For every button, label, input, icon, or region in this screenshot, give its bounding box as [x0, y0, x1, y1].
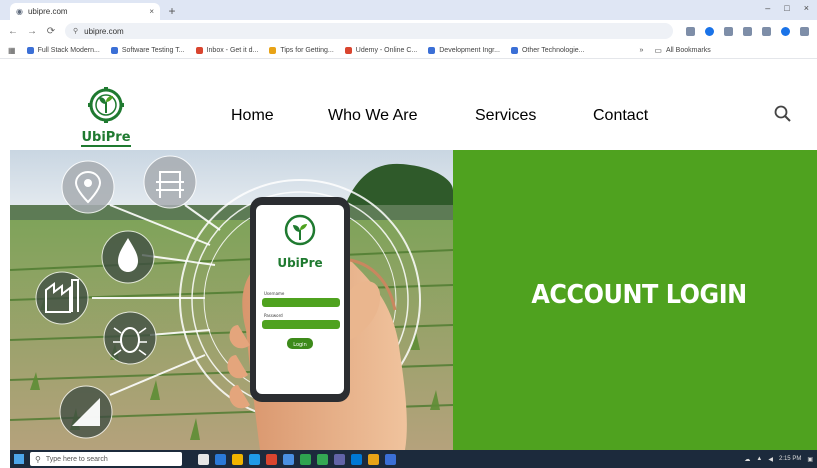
store-icon[interactable]	[249, 453, 260, 465]
taskbar-search[interactable]: ⚲ Type here to search	[30, 452, 182, 466]
bookmark-favicon-icon	[510, 46, 518, 54]
chrome-icon[interactable]	[317, 453, 328, 465]
phone-username-field	[262, 298, 340, 307]
system-tray: ☁ ▲ ◀ 2:15 PM ▣	[744, 456, 813, 463]
close-window-icon[interactable]: ×	[804, 3, 809, 13]
bookmark-item[interactable]: Full Stack Modern...	[26, 46, 100, 54]
window-controls: – □ ×	[765, 3, 809, 13]
volume-icon[interactable]: ◀	[768, 456, 773, 463]
all-bookmarks-button[interactable]: ▭ All Bookmarks	[654, 46, 710, 55]
location-icon	[61, 160, 115, 214]
bookmark-favicon-icon	[428, 46, 436, 54]
taskbar-apps	[198, 453, 396, 465]
notifications-icon[interactable]: ▣	[807, 456, 813, 463]
folder-icon: ▭	[654, 45, 662, 55]
weather-icon[interactable]: ☁	[744, 456, 750, 463]
bookmark-item[interactable]: Software Testing T...	[110, 46, 185, 54]
clock[interactable]: 2:15 PM	[779, 456, 801, 462]
bookmark-star-icon[interactable]	[686, 26, 695, 36]
close-tab-icon[interactable]: ×	[149, 7, 154, 16]
factory-icon	[35, 271, 89, 325]
nav-contact[interactable]: Contact	[593, 107, 648, 125]
water-drop-icon	[101, 230, 155, 284]
office-icon[interactable]	[266, 453, 277, 465]
bookmark-favicon-icon	[110, 46, 118, 54]
phone-login-label: Login	[293, 342, 307, 348]
minimize-icon[interactable]: –	[765, 3, 770, 13]
site-info-icon[interactable]: ⚲	[73, 27, 78, 35]
extension-icon[interactable]	[705, 26, 714, 36]
logo-text: UbiPre	[81, 130, 131, 147]
bookmark-item[interactable]: Development Ingr...	[428, 46, 500, 54]
bookmark-favicon-icon	[269, 46, 277, 54]
tab-strip: ◉ ubipre.com × + – □ ×	[0, 0, 817, 20]
downloads-icon[interactable]	[743, 26, 752, 36]
reload-icon[interactable]: ⟳	[46, 26, 56, 37]
url-text: ubipre.com	[84, 26, 124, 36]
bookmark-item[interactable]: Other Technologie...	[510, 46, 584, 54]
bookmarks-overflow-button[interactable]: »	[639, 47, 643, 54]
bookmark-favicon-icon	[195, 46, 203, 54]
windows-start-icon[interactable]	[14, 454, 24, 464]
task-view-icon[interactable]	[198, 453, 209, 465]
bookmark-favicon-icon	[344, 46, 352, 54]
account-login-title[interactable]: ACCOUNT LOGIN	[531, 280, 747, 310]
nav-services[interactable]: Services	[475, 107, 536, 125]
nav-who-we-are[interactable]: Who We Are	[328, 107, 418, 125]
file-explorer-icon[interactable]	[232, 453, 243, 465]
bug-icon	[103, 311, 157, 365]
phone-logo-text: UbiPre	[277, 256, 322, 270]
globe-icon: ◉	[16, 7, 23, 16]
teams-icon[interactable]	[334, 453, 345, 465]
tab-title: ubipre.com	[27, 7, 68, 16]
field-illustration: UbiPre Username Password Login	[10, 150, 453, 450]
os-taskbar: ⚲ Type here to search ☁ ▲ ◀ 2:15 PM ▣	[10, 450, 817, 468]
browser-window: ◉ ubipre.com × + – □ × ← → ⟳ ⚲ ubipre.co…	[0, 0, 817, 468]
search-icon[interactable]	[773, 104, 793, 124]
bookmark-item[interactable]: Udemy - Online C...	[344, 46, 417, 54]
leaf-globe-logo-icon	[88, 87, 124, 123]
network-icon[interactable]: ▲	[756, 456, 762, 462]
extensions-puzzle-icon[interactable]	[724, 26, 733, 36]
hero-image: UbiPre Username Password Login	[10, 150, 453, 450]
phone-password-field	[262, 320, 340, 329]
bookmark-item[interactable]: Inbox - Get it d...	[195, 46, 258, 54]
app-icon[interactable]	[368, 453, 379, 465]
phone-password-label: Password	[264, 313, 283, 318]
profile-avatar-icon[interactable]	[781, 26, 790, 36]
toolbar-icons	[686, 26, 809, 36]
sensor-icon	[143, 155, 197, 209]
vscode-icon[interactable]	[300, 453, 311, 465]
apps-grid-icon[interactable]: ▦	[8, 46, 16, 55]
new-tab-button[interactable]: +	[164, 4, 180, 20]
site-logo[interactable]: UbiPre	[76, 87, 136, 147]
site-header: UbiPre Home Who We Are Services Contact	[10, 59, 817, 150]
edge-icon[interactable]	[215, 453, 226, 465]
growth-chart-icon	[59, 385, 113, 439]
side-panel-icon[interactable]	[762, 26, 771, 36]
address-bar[interactable]: ⚲ ubipre.com	[65, 23, 673, 39]
bookmark-favicon-icon	[26, 46, 34, 54]
browser-toolbar: ← → ⟳ ⚲ ubipre.com	[0, 20, 817, 42]
phone-username-label: Username	[264, 291, 285, 296]
menu-dots-icon[interactable]	[800, 26, 809, 36]
forward-icon[interactable]: →	[27, 26, 37, 37]
hero-section: UbiPre Username Password Login ACCOUNT L…	[10, 150, 817, 450]
nav-home[interactable]: Home	[231, 107, 274, 125]
outlook-icon[interactable]	[351, 453, 362, 465]
bookmark-item[interactable]: Tips for Getting...	[269, 46, 334, 54]
back-icon[interactable]: ←	[8, 26, 18, 37]
browser-tab[interactable]: ◉ ubipre.com ×	[10, 3, 160, 20]
login-panel: ACCOUNT LOGIN	[453, 150, 817, 450]
mail-icon[interactable]	[283, 453, 294, 465]
search-icon: ⚲	[35, 454, 41, 464]
maximize-icon[interactable]: □	[784, 3, 789, 13]
bookmarks-bar: ▦ Full Stack Modern... Software Testing …	[0, 42, 817, 59]
app-icon[interactable]	[385, 453, 396, 465]
taskbar-search-placeholder: Type here to search	[45, 455, 108, 463]
